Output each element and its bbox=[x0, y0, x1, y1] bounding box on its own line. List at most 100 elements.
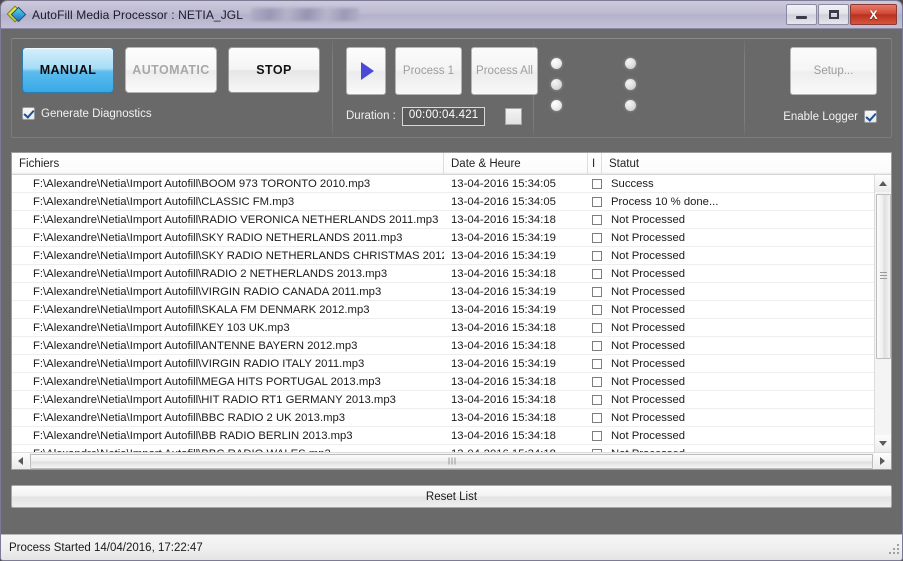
row-checkbox[interactable] bbox=[592, 377, 602, 387]
row-checkbox[interactable] bbox=[592, 431, 602, 441]
cell-date-time: 13-04-2016 15:34:18 bbox=[444, 214, 588, 226]
table-row[interactable]: F:\Alexandre\Netia\Import Autofill\BBC R… bbox=[12, 445, 891, 452]
table-row[interactable]: F:\Alexandre\Netia\Import Autofill\BB RA… bbox=[12, 427, 891, 445]
row-checkbox[interactable] bbox=[592, 269, 602, 279]
column-header-i[interactable]: I bbox=[588, 153, 602, 174]
resize-grip-icon[interactable] bbox=[887, 542, 899, 554]
redacted-title-suffix bbox=[251, 8, 359, 21]
row-checkbox[interactable] bbox=[592, 359, 602, 369]
enable-logger-checkbox[interactable] bbox=[864, 110, 877, 123]
table-row[interactable]: F:\Alexandre\Netia\Import Autofill\BBC R… bbox=[12, 409, 891, 427]
column-header-statut[interactable]: Statut bbox=[602, 153, 891, 174]
row-checkbox[interactable] bbox=[592, 323, 602, 333]
cell-file-path: F:\Alexandre\Netia\Import Autofill\MEGA … bbox=[12, 376, 444, 388]
cell-file-path: F:\Alexandre\Netia\Import Autofill\BOOM … bbox=[12, 178, 444, 190]
row-checkbox[interactable] bbox=[592, 197, 602, 207]
cell-file-path: F:\Alexandre\Netia\Import Autofill\RADIO… bbox=[12, 214, 444, 226]
duration-value: 00:00:04.421 bbox=[402, 107, 486, 126]
table-row[interactable]: F:\Alexandre\Netia\Import Autofill\SKY R… bbox=[12, 247, 891, 265]
cell-select bbox=[588, 215, 602, 225]
row-checkbox[interactable] bbox=[592, 287, 602, 297]
scroll-right-button[interactable] bbox=[874, 453, 891, 469]
row-checkbox[interactable] bbox=[592, 395, 602, 405]
cell-file-path: F:\Alexandre\Netia\Import Autofill\SKY R… bbox=[12, 250, 444, 262]
table-row[interactable]: F:\Alexandre\Netia\Import Autofill\MEGA … bbox=[12, 373, 891, 391]
reset-list-button[interactable]: Reset List bbox=[11, 485, 892, 508]
table-row[interactable]: F:\Alexandre\Netia\Import Autofill\RADIO… bbox=[12, 211, 891, 229]
table-row[interactable]: F:\Alexandre\Netia\Import Autofill\KEY 1… bbox=[12, 319, 891, 337]
status-bar: Process Started 14/04/2016, 17:22:47 bbox=[1, 534, 902, 560]
cell-file-path: F:\Alexandre\Netia\Import Autofill\VIRGI… bbox=[12, 286, 444, 298]
scroll-grip-icon bbox=[448, 458, 455, 465]
play-button[interactable] bbox=[346, 47, 386, 95]
table-row[interactable]: F:\Alexandre\Netia\Import Autofill\RADIO… bbox=[12, 265, 891, 283]
table-row[interactable]: F:\Alexandre\Netia\Import Autofill\SKY R… bbox=[12, 229, 891, 247]
row-checkbox[interactable] bbox=[592, 215, 602, 225]
status-led bbox=[625, 79, 636, 90]
table-row[interactable]: F:\Alexandre\Netia\Import Autofill\VIRGI… bbox=[12, 355, 891, 373]
cell-status: Not Processed bbox=[602, 232, 891, 244]
cell-status: Success bbox=[602, 178, 891, 190]
title-bar[interactable]: AutoFill Media Processor : NETIA_JGL X bbox=[1, 1, 902, 29]
generate-diagnostics-label: Generate Diagnostics bbox=[41, 108, 152, 120]
minimize-button[interactable] bbox=[786, 4, 817, 25]
chevron-down-icon bbox=[879, 441, 887, 446]
table-row[interactable]: F:\Alexandre\Netia\Import Autofill\BOOM … bbox=[12, 175, 891, 193]
chevron-up-icon bbox=[879, 181, 887, 186]
cell-date-time: 13-04-2016 15:34:18 bbox=[444, 268, 588, 280]
cell-status: Not Processed bbox=[602, 340, 891, 352]
cell-date-time: 13-04-2016 15:34:19 bbox=[444, 232, 588, 244]
cell-date-time: 13-04-2016 15:34:18 bbox=[444, 394, 588, 406]
cell-date-time: 13-04-2016 15:34:18 bbox=[444, 376, 588, 388]
status-led bbox=[625, 58, 636, 69]
generate-diagnostics-checkbox[interactable] bbox=[22, 107, 35, 120]
vertical-scrollbar[interactable] bbox=[874, 175, 891, 452]
horizontal-scroll-thumb[interactable] bbox=[30, 454, 873, 469]
close-button[interactable]: X bbox=[850, 4, 897, 25]
cell-file-path: F:\Alexandre\Netia\Import Autofill\SKY R… bbox=[12, 232, 444, 244]
stop-button[interactable]: STOP bbox=[228, 47, 320, 93]
cell-status: Not Processed bbox=[602, 358, 891, 370]
cell-file-path: F:\Alexandre\Netia\Import Autofill\SKALA… bbox=[12, 304, 444, 316]
row-checkbox[interactable] bbox=[592, 251, 602, 261]
cell-select bbox=[588, 341, 602, 351]
row-checkbox[interactable] bbox=[592, 233, 602, 243]
table-row[interactable]: F:\Alexandre\Netia\Import Autofill\CLASS… bbox=[12, 193, 891, 211]
table-row[interactable]: F:\Alexandre\Netia\Import Autofill\ANTEN… bbox=[12, 337, 891, 355]
table-row[interactable]: F:\Alexandre\Netia\Import Autofill\HIT R… bbox=[12, 391, 891, 409]
cell-date-time: 13-04-2016 15:34:18 bbox=[444, 322, 588, 334]
toolbar: MANUAL AUTOMATIC STOP Generate Diagnosti… bbox=[11, 38, 892, 138]
row-checkbox[interactable] bbox=[592, 305, 602, 315]
column-header-fichiers[interactable]: Fichiers bbox=[12, 153, 444, 174]
scroll-left-button[interactable] bbox=[12, 453, 29, 469]
cell-select bbox=[588, 305, 602, 315]
indicator-group bbox=[534, 39, 744, 137]
row-checkbox[interactable] bbox=[592, 413, 602, 423]
row-checkbox[interactable] bbox=[592, 341, 602, 351]
process-button-row: Process 1 Process All bbox=[346, 47, 538, 95]
scroll-up-button[interactable] bbox=[875, 175, 891, 192]
status-led bbox=[551, 79, 562, 90]
cell-date-time: 13-04-2016 15:34:18 bbox=[444, 412, 588, 424]
vertical-scroll-thumb[interactable] bbox=[876, 194, 891, 359]
setup-button[interactable]: Setup... bbox=[790, 47, 877, 95]
row-checkbox[interactable] bbox=[592, 179, 602, 189]
column-header-date-heure[interactable]: Date & Heure bbox=[444, 153, 588, 174]
duration-checkbox[interactable] bbox=[505, 108, 522, 125]
table-row[interactable]: F:\Alexandre\Netia\Import Autofill\VIRGI… bbox=[12, 283, 891, 301]
manual-button[interactable]: MANUAL bbox=[22, 47, 114, 93]
table-row[interactable]: F:\Alexandre\Netia\Import Autofill\SKALA… bbox=[12, 301, 891, 319]
process-all-button[interactable]: Process All bbox=[471, 47, 538, 95]
file-list-body[interactable]: F:\Alexandre\Netia\Import Autofill\BOOM … bbox=[12, 175, 891, 452]
horizontal-scrollbar[interactable] bbox=[12, 452, 891, 469]
process-one-button[interactable]: Process 1 bbox=[395, 47, 462, 95]
reset-list-container: Reset List bbox=[11, 485, 892, 508]
window-controls: X bbox=[786, 4, 900, 25]
play-icon bbox=[361, 62, 374, 80]
automatic-button[interactable]: AUTOMATIC bbox=[125, 47, 217, 93]
cell-date-time: 13-04-2016 15:34:05 bbox=[444, 178, 588, 190]
cell-select bbox=[588, 395, 602, 405]
cell-file-path: F:\Alexandre\Netia\Import Autofill\VIRGI… bbox=[12, 358, 444, 370]
maximize-button[interactable] bbox=[818, 4, 849, 25]
scroll-down-button[interactable] bbox=[875, 435, 891, 452]
